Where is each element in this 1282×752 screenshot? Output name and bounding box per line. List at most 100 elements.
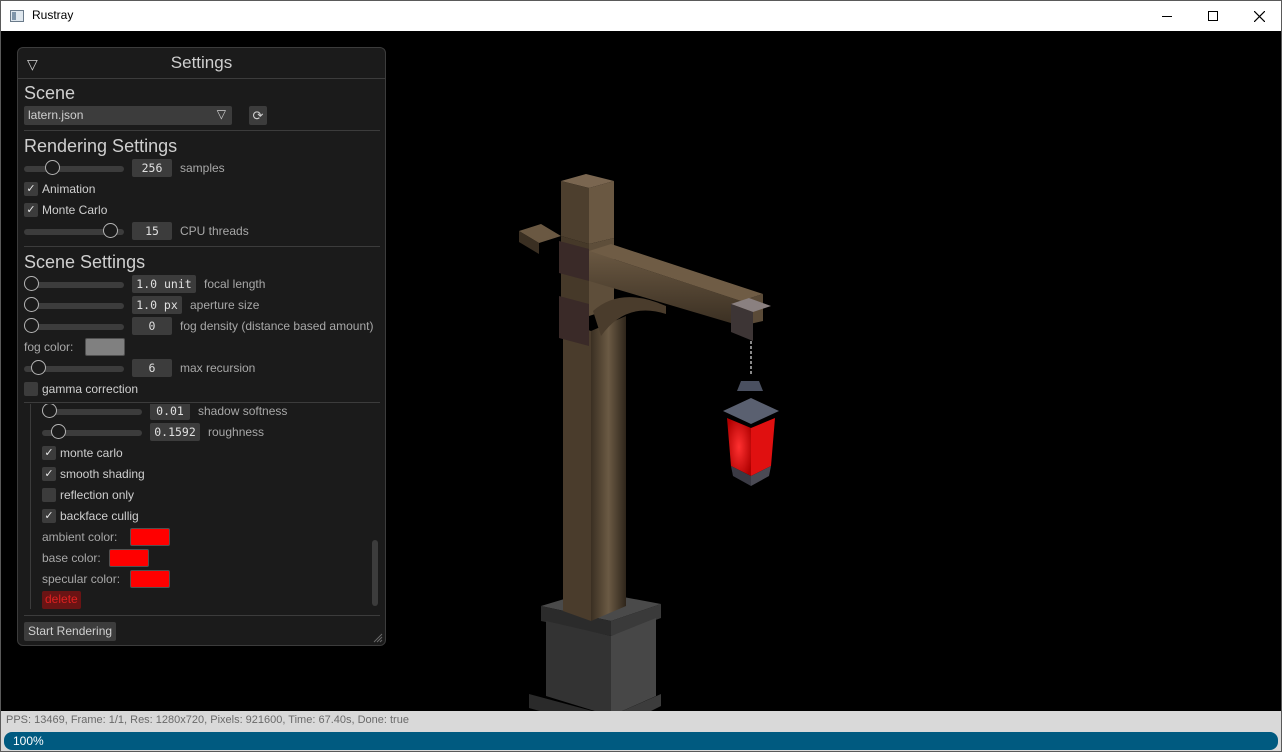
fog-density-slider-handle[interactable]	[24, 318, 39, 333]
base-color-label: base color:	[42, 551, 101, 565]
fog-density-value[interactable]: 0	[132, 317, 172, 335]
cpu-threads-label: CPU threads	[180, 224, 249, 238]
ambient-color-row: ambient color:	[42, 528, 242, 547]
close-button[interactable]	[1236, 1, 1282, 31]
maximize-icon	[1208, 11, 1218, 21]
backface-culling-label: backface cullig	[60, 509, 139, 523]
fog-density-row: 0 fog density (distance based amount)	[24, 317, 384, 336]
ambient-color-swatch[interactable]	[130, 528, 170, 546]
reflection-only-label: reflection only	[60, 488, 135, 502]
gamma-correction-checkbox[interactable]	[24, 382, 38, 396]
divider	[24, 130, 380, 131]
fog-density-slider[interactable]	[24, 324, 124, 330]
material-scroll-area[interactable]: 0.01 shadow softness 0.1592 roughness ✓ …	[24, 404, 382, 612]
fog-color-swatch[interactable]	[85, 338, 125, 356]
rendered-image	[519, 174, 779, 716]
backface-culling-checkbox[interactable]: ✓	[42, 509, 56, 523]
material-monte-carlo-label: monte carlo	[60, 446, 123, 460]
shadow-softness-slider-handle[interactable]	[42, 404, 57, 418]
animation-checkbox[interactable]: ✓	[24, 182, 38, 196]
backface-culling-row[interactable]: ✓ backface cullig	[42, 507, 242, 526]
focal-length-row: 1.0 unit focal length	[24, 275, 384, 294]
smooth-shading-checkbox[interactable]: ✓	[42, 467, 56, 481]
chevron-down-icon: ▽	[216, 107, 226, 121]
reflection-only-row[interactable]: reflection only	[42, 486, 242, 505]
material-monte-carlo-row[interactable]: ✓ monte carlo	[42, 444, 242, 463]
shadow-softness-value[interactable]: 0.01	[150, 404, 190, 420]
scrollbar-thumb[interactable]	[372, 540, 378, 606]
progress-bar-fill	[4, 732, 1278, 750]
gamma-correction-row[interactable]: gamma correction	[24, 380, 224, 399]
divider	[24, 402, 380, 403]
samples-value[interactable]: 256	[132, 159, 172, 177]
base-color-swatch[interactable]	[109, 549, 149, 567]
delete-material-button[interactable]: delete	[42, 591, 81, 609]
max-recursion-value[interactable]: 6	[132, 359, 172, 377]
roughness-slider-handle[interactable]	[51, 424, 66, 439]
material-monte-carlo-checkbox[interactable]: ✓	[42, 446, 56, 460]
progress-bar: 100%	[1, 731, 1281, 751]
samples-slider-handle[interactable]	[45, 160, 60, 175]
close-icon	[1253, 10, 1265, 22]
rendering-settings-heading: Rendering Settings	[24, 136, 178, 156]
divider	[24, 246, 380, 247]
base-color-row: base color:	[42, 549, 242, 568]
max-recursion-row: 6 max recursion	[24, 359, 384, 378]
app-window: Rustray ▽ Settings Scene latern.json ▽ ⟳…	[0, 0, 1282, 752]
aperture-size-row: 1.0 px aperture size	[24, 296, 384, 315]
gamma-correction-label: gamma correction	[42, 382, 139, 396]
shadow-softness-label: shadow softness	[198, 404, 288, 418]
aperture-size-slider-handle[interactable]	[24, 297, 39, 312]
samples-label: samples	[180, 161, 225, 175]
app-icon	[10, 10, 24, 22]
minimize-button[interactable]	[1144, 1, 1190, 31]
panel-header[interactable]: ▽ Settings	[18, 48, 385, 79]
focal-length-value[interactable]: 1.0 unit	[132, 275, 196, 293]
scene-file-value: latern.json	[28, 108, 84, 122]
roughness-value[interactable]: 0.1592	[150, 423, 200, 441]
animation-label: Animation	[42, 182, 96, 196]
monte-carlo-row[interactable]: ✓ Monte Carlo	[24, 201, 224, 220]
fog-color-label: fog color:	[24, 340, 74, 354]
shadow-softness-row: 0.01 shadow softness	[42, 404, 362, 421]
specular-color-swatch[interactable]	[130, 570, 170, 588]
scene-heading: Scene	[24, 83, 76, 103]
cpu-threads-row: 15 CPU threads	[24, 222, 384, 241]
focal-length-label: focal length	[204, 277, 266, 291]
panel-title: Settings	[170, 53, 233, 72]
delete-row: delete	[42, 591, 242, 610]
monte-carlo-checkbox[interactable]: ✓	[24, 203, 38, 217]
shadow-softness-slider[interactable]	[42, 409, 142, 415]
refresh-icon: ⟳	[252, 108, 264, 123]
reflection-only-checkbox[interactable]	[42, 488, 56, 502]
max-recursion-label: max recursion	[180, 361, 256, 375]
cpu-threads-slider-handle[interactable]	[103, 223, 118, 238]
divider	[24, 615, 380, 616]
focal-length-slider[interactable]	[24, 282, 124, 288]
samples-slider[interactable]	[24, 166, 124, 172]
fog-color-row: fog color:	[24, 338, 224, 357]
max-recursion-slider-handle[interactable]	[31, 360, 46, 375]
specular-color-label: specular color:	[42, 572, 121, 586]
progress-text: 100%	[13, 734, 44, 748]
resize-grip-icon[interactable]	[373, 633, 383, 643]
settings-panel: ▽ Settings Scene latern.json ▽ ⟳ Renderi…	[17, 47, 386, 646]
maximize-button[interactable]	[1190, 1, 1236, 31]
scene-file-dropdown[interactable]: latern.json ▽	[24, 106, 232, 125]
aperture-size-slider[interactable]	[24, 303, 124, 309]
smooth-shading-row[interactable]: ✓ smooth shading	[42, 465, 242, 484]
refresh-button[interactable]: ⟳	[249, 106, 267, 125]
ambient-color-label: ambient color:	[42, 530, 118, 544]
scene-settings-heading: Scene Settings	[24, 252, 146, 272]
start-rendering-button[interactable]: Start Rendering	[24, 622, 117, 641]
animation-row[interactable]: ✓ Animation	[24, 180, 224, 199]
aperture-size-label: aperture size	[190, 298, 260, 312]
title-bar: Rustray	[1, 1, 1281, 31]
indent-guide	[30, 404, 31, 609]
fog-density-label: fog density (distance based amount)	[180, 319, 374, 333]
cpu-threads-value[interactable]: 15	[132, 222, 172, 240]
specular-color-row: specular color:	[42, 570, 242, 589]
status-bar: PPS: 13469, Frame: 1/1, Res: 1280x720, P…	[1, 711, 1281, 731]
aperture-size-value[interactable]: 1.0 px	[132, 296, 182, 314]
focal-length-slider-handle[interactable]	[24, 276, 39, 291]
